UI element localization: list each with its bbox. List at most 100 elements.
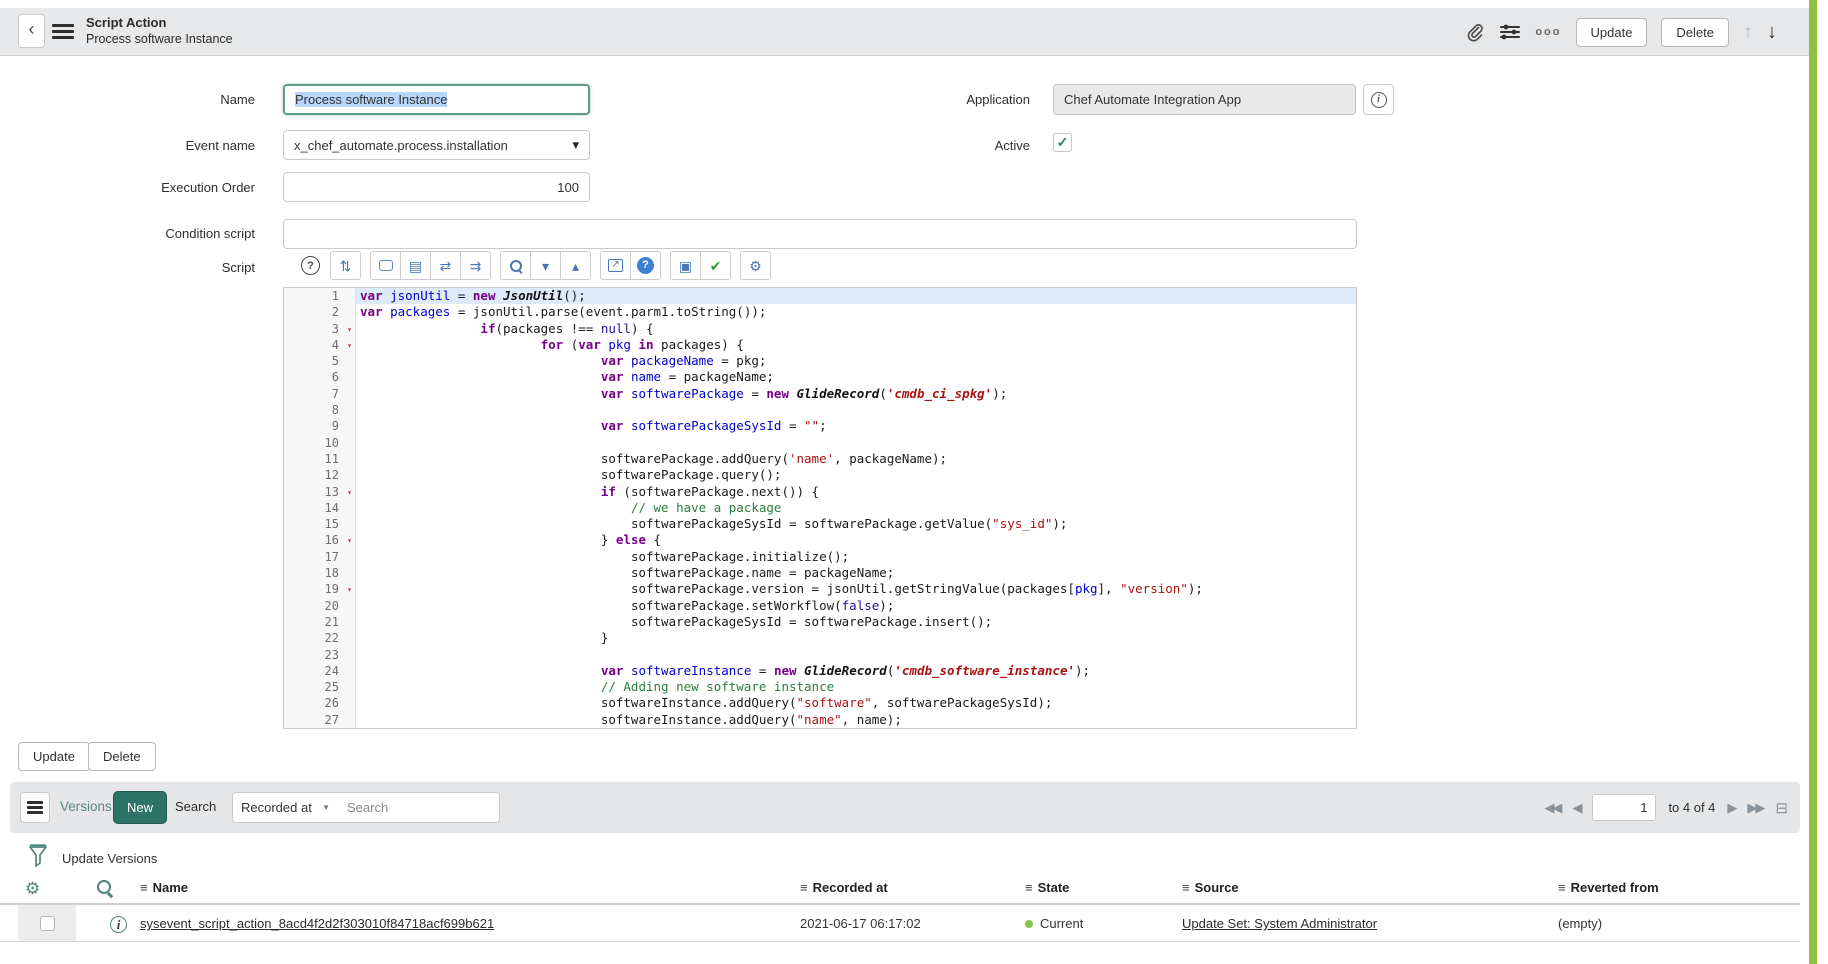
code-line-11: 11 softwarePackage.addQuery('name', pack… [284,451,1356,467]
name-input[interactable]: Process software Instance [283,84,590,115]
code-line-1: 1var jsonUtil = new JsonUtil(); [284,288,1356,304]
syntax-check-button[interactable]: ✔ [700,251,731,280]
footer-update-button[interactable]: Update [18,742,90,771]
attachment-icon[interactable] [1465,22,1485,42]
execution-order-input[interactable]: 100 [283,172,590,202]
back-button[interactable]: ‹ [18,14,45,48]
find-previous-button[interactable]: ▴ [560,251,591,280]
collapse-list-icon[interactable]: ⊟ [1775,799,1788,817]
header-delete-button[interactable]: Delete [1661,18,1729,47]
code-fold-icon[interactable]: ▾ [347,582,352,598]
active-checkbox[interactable]: ✓ [1053,133,1072,152]
script-code-editor[interactable]: 1var jsonUtil = new JsonUtil();2var pack… [283,287,1357,729]
line-number: 24 [284,663,356,679]
column-header-reverted-from[interactable]: ≡Reverted from [1558,880,1659,895]
list-menu-icon [27,799,43,817]
code-line-9: 9 var softwarePackageSysId = ""; [284,418,1356,434]
new-version-button[interactable]: New [113,791,167,824]
form-context-menu-icon[interactable] [52,21,74,42]
code-text: softwarePackage.initialize(); [356,549,1356,565]
code-fold-icon[interactable]: ▾ [347,322,352,338]
find-previous-icon: ▴ [572,259,579,273]
line-number: 19▾ [284,581,356,597]
code-text: softwarePackage.name = packageName; [356,565,1356,581]
execution-order-label: Execution Order [30,180,255,195]
code-fold-icon[interactable]: ▾ [347,533,352,549]
code-line-6: 6 var name = packageName; [284,369,1356,385]
help-icon: ? [637,257,654,274]
select-chevron-icon: ▾ [572,137,579,153]
code-fold-icon[interactable]: ▾ [347,338,352,354]
more-options-icon[interactable]: ooo [1535,26,1561,38]
line-number: 23 [284,647,356,663]
last-page-icon[interactable]: ▶▶ [1747,800,1763,816]
versions-search-input[interactable] [338,792,500,823]
code-line-8: 8 [284,402,1356,418]
list-search-icon[interactable] [97,880,112,895]
code-text: // we have a package [356,500,1356,516]
condition-script-input[interactable] [283,219,1357,249]
code-text: var softwarePackage = new GlideRecord('c… [356,386,1356,402]
find-next-button[interactable]: ▾ [530,251,561,280]
column-menu-icon: ≡ [1025,880,1033,895]
code-fold-icon[interactable]: ▾ [347,485,352,501]
open-window-button[interactable]: ↗ [600,251,631,280]
search-button[interactable] [500,251,531,280]
column-header-source[interactable]: ≡Source [1182,880,1239,895]
replace-all-button[interactable]: ⇉ [460,251,491,280]
previous-page-icon[interactable]: ◀ [1572,800,1580,816]
replace-button[interactable]: ⇄ [430,251,461,280]
script-help-icon[interactable]: ? [301,256,320,275]
code-text: var packages = jsonUtil.parse(event.parm… [356,304,1356,320]
line-number: 26 [284,695,356,711]
personalize-form-icon[interactable] [1499,22,1521,42]
code-text: if (softwarePackage.next()) { [356,484,1356,500]
line-number: 1 [284,288,356,304]
row-name-link[interactable]: sysevent_script_action_8acd4f2d2f303010f… [140,916,494,931]
column-header-recorded-at[interactable]: ≡Recorded at [800,880,888,895]
column-menu-icon: ≡ [140,880,148,895]
list-context-menu-button[interactable] [20,792,50,823]
footer-delete-button[interactable]: Delete [88,742,156,771]
page-number-input[interactable] [1592,794,1656,821]
next-page-icon[interactable]: ▶ [1727,800,1735,816]
application-info-button[interactable]: i [1363,84,1394,115]
previous-record-icon[interactable]: ↑ [1743,21,1753,44]
search-label: Search [175,799,216,814]
record-name-subtitle: Process software Instance [86,31,233,47]
row-checkbox[interactable] [40,916,55,931]
next-record-icon[interactable]: ↓ [1767,21,1777,44]
code-text: var packageName = pkg; [356,353,1356,369]
row-state: Current [1025,916,1083,931]
line-number: 3▾ [284,321,356,337]
row-source-link[interactable]: Update Set: System Administrator [1182,916,1377,931]
column-header-state[interactable]: ≡State [1025,880,1069,895]
save-button[interactable]: ▣ [670,251,701,280]
help-button[interactable]: ? [630,251,661,280]
breadcrumb[interactable]: Update Versions [62,851,157,866]
script-label: Script [30,260,255,275]
code-line-2: 2var packages = jsonUtil.parse(event.par… [284,304,1356,320]
code-text: } else { [356,532,1356,548]
format-script-icon: ⇅ [340,259,352,273]
page: ‹ Script Action Process software Instanc… [0,0,1828,964]
code-text: softwarePackageSysId = softwarePackage.g… [356,516,1356,532]
code-line-21: 21 softwarePackageSysId = softwarePackag… [284,614,1356,630]
line-number: 16▾ [284,532,356,548]
event-name-select[interactable]: x_chef_automate.process.installation ▾ [283,130,590,160]
line-number: 13▾ [284,484,356,500]
format-script-button[interactable]: ⇅ [330,251,361,280]
format-lines-button[interactable]: ▤ [400,251,431,280]
column-header-name[interactable]: ≡Name [140,880,188,895]
comment-icon [379,260,393,271]
first-page-icon[interactable]: ◀◀ [1544,800,1560,816]
debug-button[interactable]: ⚙ [740,251,771,280]
replace-icon: ⇄ [440,259,452,273]
row-info-icon[interactable]: i [110,916,127,933]
filter-funnel-icon[interactable] [28,844,48,870]
list-breadcrumb-row: Update Versions [0,843,1809,875]
search-column-select[interactable]: Recorded at ▼ [232,792,339,823]
list-settings-gear-icon[interactable]: ⚙ [25,879,40,899]
header-update-button[interactable]: Update [1576,18,1648,47]
comment-button[interactable] [370,251,401,280]
